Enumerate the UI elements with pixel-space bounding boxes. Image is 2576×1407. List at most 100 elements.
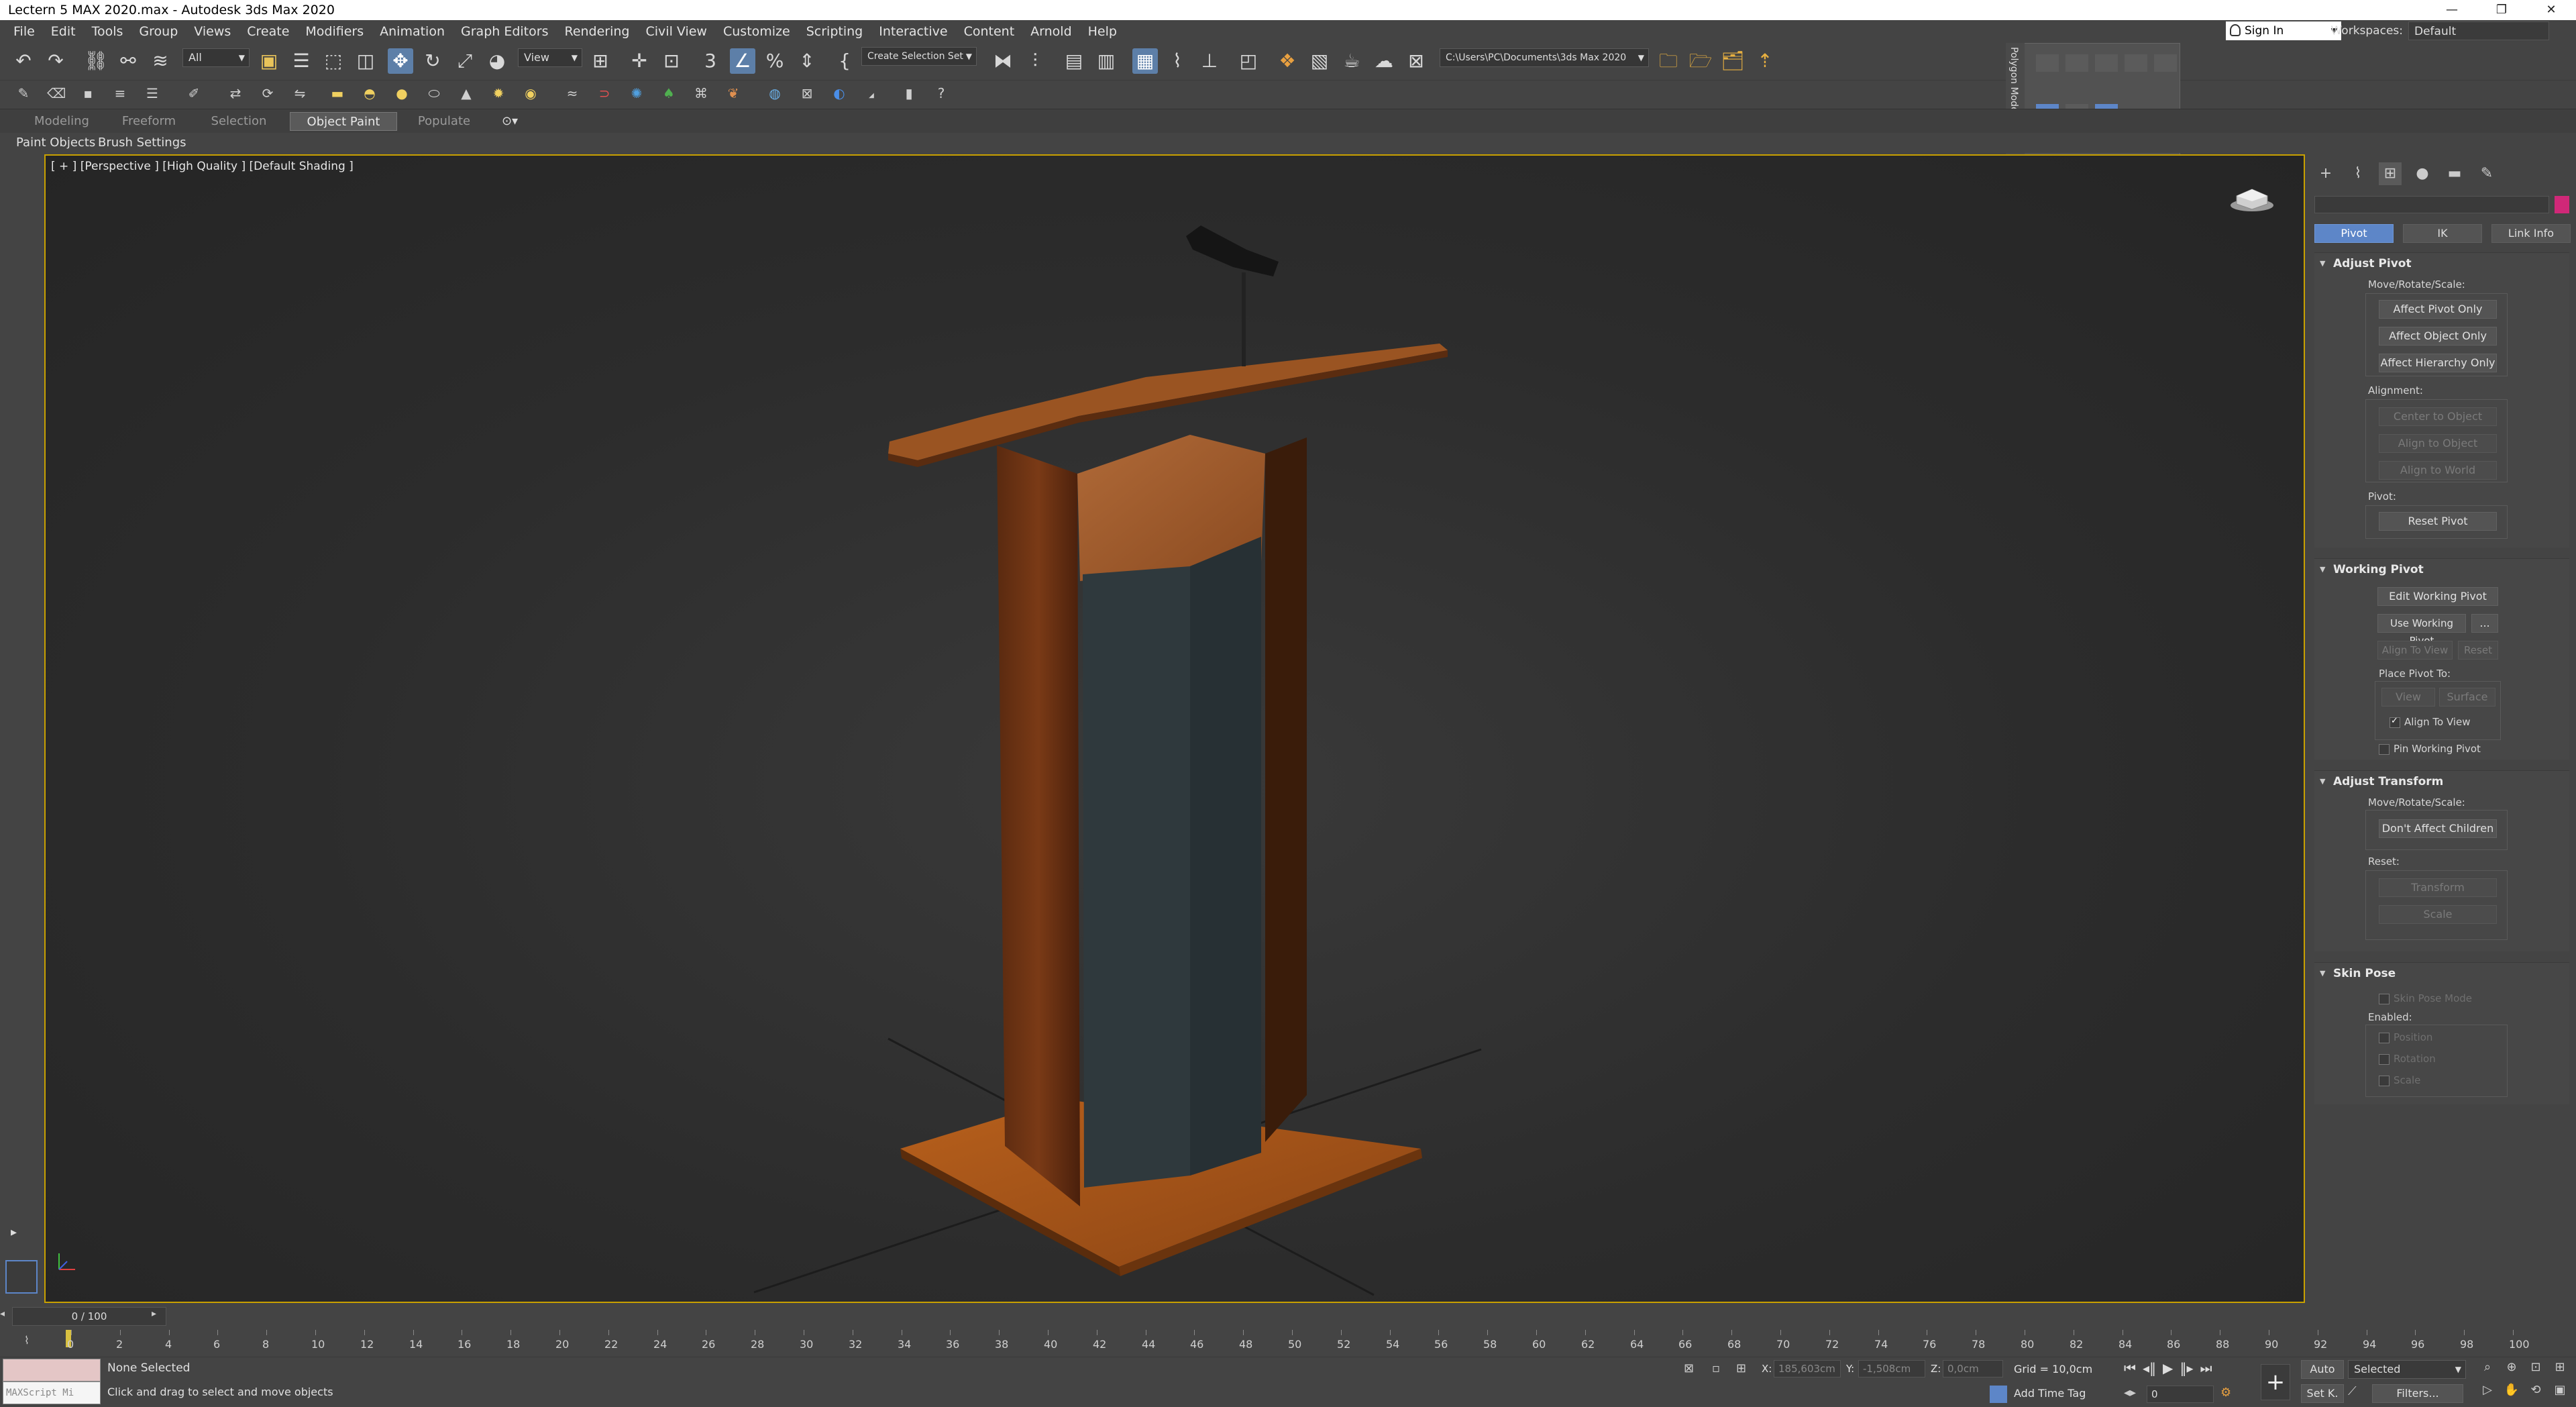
menu-edit[interactable]: Edit (43, 24, 84, 39)
affect-pivot-only-button[interactable]: Affect Pivot Only (2379, 300, 2497, 319)
project-path-dropdown[interactable]: C:\Users\PC\Documents\3ds Max 2020 ▼ (1440, 48, 1649, 67)
globe-icon[interactable]: ◍ (766, 85, 784, 102)
rotation-checkbox[interactable]: Rotation (2377, 1051, 2436, 1066)
palette-tool-icon[interactable] (2154, 54, 2177, 72)
transform-icon[interactable]: ⇄ (227, 85, 244, 102)
menu-help[interactable]: Help (1080, 24, 1125, 39)
placement-icon[interactable]: ◕ (484, 48, 510, 74)
time-next-icon[interactable]: ▸ (152, 1308, 162, 1324)
scene-explorer-icon[interactable]: ▤ (1061, 48, 1087, 74)
menu-group[interactable]: Group (131, 24, 186, 39)
bind-space-warp-icon[interactable]: ≋ (148, 48, 173, 74)
render-in-cloud-icon[interactable]: ☁ (1371, 48, 1397, 74)
render-region-icon[interactable]: ◐ (830, 85, 848, 102)
add-time-tag[interactable]: Add Time Tag (2014, 1387, 2086, 1400)
set-key-icon[interactable]: + (2261, 1364, 2290, 1400)
reset-pivot-button[interactable]: Reset Pivot (2379, 512, 2497, 531)
next-frame-icon[interactable]: ‖▸ (2180, 1360, 2193, 1376)
key-filter-dropdown[interactable]: Selected ▼ (2348, 1360, 2466, 1379)
percent-snap-icon[interactable]: % (762, 48, 788, 74)
orbit-icon[interactable]: ⟲ (2524, 1383, 2548, 1406)
link-icon[interactable]: ⛓ (83, 48, 109, 74)
key-mode-icon[interactable]: ⚙ (2220, 1386, 2231, 1400)
sun-icon[interactable]: ✹ (490, 85, 507, 102)
x-coordinate-field[interactable]: 185,603cm (1774, 1360, 1841, 1377)
ribbon-options-icon[interactable]: ⊙▾ (496, 112, 523, 131)
snaps-toggle-icon[interactable]: 3 (698, 48, 723, 74)
maximize-viewport-icon[interactable]: ▣ (2548, 1383, 2572, 1406)
redo-icon[interactable]: ↷ (43, 48, 68, 74)
time-tag-icon[interactable] (1990, 1386, 2007, 1403)
reference-coordinate-dropdown[interactable]: View ▼ (518, 48, 582, 67)
mini-curve-editor-icon[interactable]: ⌇ (24, 1334, 30, 1347)
tab-selection[interactable]: Selection (197, 112, 280, 131)
minimize-icon[interactable]: — (2427, 0, 2477, 20)
ellipse-icon[interactable]: ⬭ (425, 85, 443, 102)
select-manipulate-icon[interactable]: ✛ (627, 48, 652, 74)
rectangle-icon[interactable]: ▬ (329, 85, 346, 102)
place-surface-button[interactable]: Surface (2439, 688, 2496, 707)
open-folder-icon[interactable]: 🗁 (1688, 48, 1713, 74)
align-icon[interactable]: ⫶ (1022, 48, 1048, 74)
scale-icon[interactable]: ⤢ (452, 48, 478, 74)
pivot-button[interactable]: Pivot (2314, 224, 2394, 243)
viewport-layout-icon[interactable] (5, 1260, 38, 1294)
zoom-extents-icon[interactable]: ⊡ (2524, 1360, 2548, 1383)
bar-chart-icon[interactable]: ▮ (900, 85, 918, 102)
menu-civil-view[interactable]: Civil View (638, 24, 715, 39)
previous-frame-icon[interactable]: ◂‖ (2143, 1360, 2156, 1376)
z-coordinate-field[interactable]: 0,0cm (1943, 1360, 2003, 1377)
rotate-icon[interactable]: ↻ (420, 48, 445, 74)
cycle-icon[interactable]: ⟳ (259, 85, 276, 102)
tab-freeform[interactable]: Freeform (107, 112, 191, 131)
close-icon[interactable]: ✕ (2526, 0, 2576, 20)
brush-settings-icon[interactable]: ✐ (185, 85, 203, 102)
field-of-view-icon[interactable]: ▷ (2475, 1383, 2500, 1406)
sphere-icon[interactable]: ● (393, 85, 411, 102)
selection-filter-dropdown[interactable]: All ▼ (182, 48, 250, 67)
hair-icon[interactable]: ❦ (724, 85, 742, 102)
dome-icon[interactable]: ◓ (361, 85, 378, 102)
pin-working-pivot-checkbox[interactable]: Pin Working Pivot (2377, 741, 2481, 756)
spinner-snap-icon[interactable]: ⇕ (794, 48, 820, 74)
utilities-tab-icon[interactable]: ✎ (2475, 162, 2498, 185)
material-editor-icon[interactable]: ◰ (1236, 48, 1261, 74)
dont-affect-children-button[interactable]: Don't Affect Children (2379, 819, 2497, 838)
expand-arrow-icon[interactable]: ▸ (11, 1225, 17, 1239)
zoom-icon[interactable]: ⌕ (2475, 1360, 2500, 1383)
select-object-icon[interactable]: ▣ (256, 48, 282, 74)
menu-interactive[interactable]: Interactive (871, 24, 955, 39)
scale-checkbox[interactable]: Scale (2377, 1073, 2420, 1088)
modify-tab-icon[interactable]: ⌇ (2347, 162, 2369, 185)
key-tangent-icon[interactable]: ⟋ (2348, 1384, 2357, 1398)
track-bar[interactable]: ⌇ 0 2 4 6 8 10 12 14 16 18 20 22 24 26 28 30 32 34 36 38 40 4… (0, 1330, 2576, 1357)
render-setup-icon[interactable]: ❖ (1275, 48, 1300, 74)
adjust-transform-header[interactable]: Adjust Transform (2314, 771, 2569, 792)
restore-icon[interactable]: ❐ (2477, 0, 2526, 20)
particle-icon[interactable]: ✺ (628, 85, 645, 102)
zoom-extents-all-icon[interactable]: ⊞ (2548, 1360, 2572, 1383)
cone-icon[interactable]: ▲ (458, 85, 475, 102)
tab-populate[interactable]: Populate (402, 112, 486, 131)
menu-arnold[interactable]: Arnold (1022, 24, 1079, 39)
menu-rendering[interactable]: Rendering (556, 24, 637, 39)
edit-named-selection-icon[interactable]: { (832, 48, 857, 74)
display-tab-icon[interactable]: ▬ (2443, 162, 2466, 185)
palette-tool-icon[interactable] (2095, 54, 2118, 72)
go-to-start-icon[interactable]: ⏮ (2124, 1360, 2136, 1376)
menu-customize[interactable]: Customize (715, 24, 798, 39)
place-view-button[interactable]: View (2381, 688, 2435, 707)
folder-settings-icon[interactable]: 🗂 (1720, 48, 1746, 74)
palette-tool-icon[interactable] (2125, 54, 2147, 72)
absolute-mode-icon[interactable]: ⊞ (1736, 1361, 1746, 1375)
tab-object-paint[interactable]: Object Paint (290, 112, 397, 131)
spring-icon[interactable]: ⌘ (692, 85, 710, 102)
reset-scale-button[interactable]: Scale (2379, 905, 2497, 924)
align-to-object-button[interactable]: Align to Object (2379, 434, 2497, 453)
workspaces-dropdown[interactable]: Default (2408, 21, 2549, 40)
brush-settings-panel[interactable]: Brush Settings (98, 133, 186, 153)
sign-in-dropdown[interactable]: Sign In ▼ (2226, 21, 2341, 40)
render-production-icon[interactable]: ☕ (1339, 48, 1364, 74)
pivot-center-icon[interactable]: ⊞ (588, 48, 613, 74)
texture-icon[interactable]: ⊠ (798, 85, 816, 102)
